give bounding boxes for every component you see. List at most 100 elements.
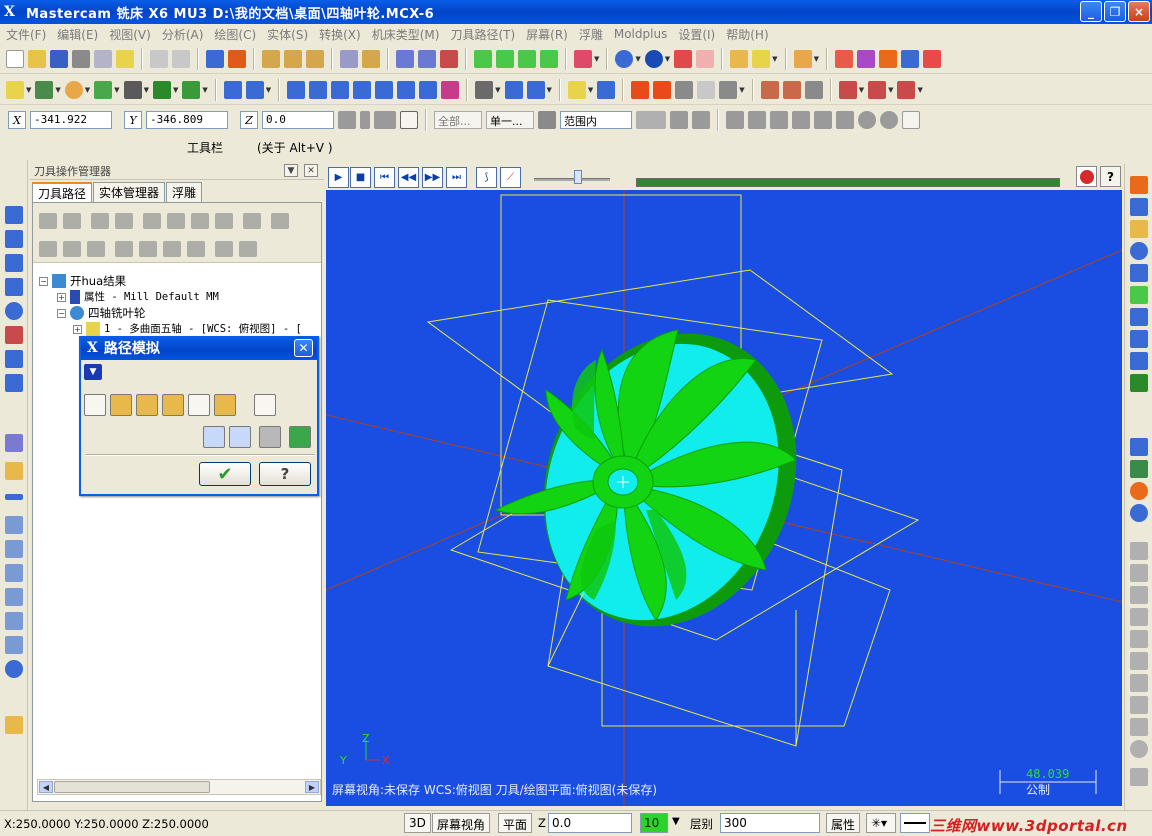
display-shaded-tool-icon[interactable] bbox=[214, 394, 236, 416]
dropdown-arrow-icon[interactable]: ▼ bbox=[635, 55, 640, 63]
lock-icon[interactable] bbox=[39, 241, 57, 257]
check-icon[interactable] bbox=[834, 49, 853, 68]
wizard-icon[interactable] bbox=[116, 49, 134, 68]
solid-extrude-icon[interactable] bbox=[760, 80, 779, 99]
backplot-ops-icon[interactable] bbox=[143, 213, 161, 229]
attributes-button[interactable]: 属性 bbox=[826, 813, 861, 833]
scroll-icon[interactable] bbox=[187, 241, 205, 257]
menu-edit[interactable]: 编辑(E) bbox=[57, 26, 98, 43]
view-cube-icon[interactable] bbox=[574, 49, 592, 68]
print-preview-icon[interactable] bbox=[94, 49, 112, 68]
screenshot-camera-icon[interactable] bbox=[259, 426, 281, 448]
tree-row-toolpath-group[interactable]: − 四轴铣叶轮 bbox=[39, 305, 302, 321]
menu-xform[interactable]: 转换(X) bbox=[319, 26, 361, 43]
edit-toolpath-icon[interactable] bbox=[5, 434, 23, 452]
pencil-icon[interactable] bbox=[730, 49, 749, 68]
xform-mirror-icon[interactable] bbox=[331, 80, 350, 99]
step-forward-icon[interactable]: ▶▶ bbox=[422, 167, 443, 188]
dropdown-arrow-icon[interactable]: ▼ bbox=[144, 86, 149, 94]
menu-toolpaths[interactable]: 刀具路径(T) bbox=[450, 26, 515, 43]
plane-button[interactable]: 平面 bbox=[498, 813, 532, 833]
ops-help-icon[interactable] bbox=[271, 213, 289, 229]
skip-start-icon[interactable]: ⏮ bbox=[374, 167, 395, 188]
zoom-out-icon[interactable] bbox=[362, 49, 380, 68]
dropdown-arrow-icon[interactable]: ▼ bbox=[202, 86, 207, 94]
menu-machine-type[interactable]: 机床类型(M) bbox=[372, 26, 440, 43]
mru-orange-icon[interactable] bbox=[1130, 482, 1148, 500]
simulation-help-icon[interactable]: ? bbox=[1100, 166, 1121, 187]
select-all-button[interactable]: 全部... bbox=[434, 111, 482, 129]
grid-icon[interactable] bbox=[856, 49, 875, 68]
x-coord-field[interactable]: -341.922 bbox=[30, 111, 112, 129]
toolpath-icon[interactable] bbox=[5, 206, 23, 224]
circle-icon[interactable] bbox=[64, 80, 83, 99]
dropdown-arrow-icon[interactable]: ▼ bbox=[55, 86, 60, 94]
dropdown-arrow-icon[interactable]: ▼ bbox=[85, 86, 90, 94]
regen-dirty-icon[interactable] bbox=[115, 213, 133, 229]
scroll-left-icon[interactable]: ◀ bbox=[39, 781, 53, 793]
light-icon[interactable] bbox=[567, 80, 586, 99]
speed-slider-thumb[interactable] bbox=[574, 170, 582, 184]
surface-flow-icon[interactable] bbox=[697, 80, 716, 99]
display-color-icon[interactable] bbox=[84, 394, 106, 416]
xform-array-icon[interactable] bbox=[397, 80, 416, 99]
maximize-button[interactable]: ❐ bbox=[1104, 1, 1126, 22]
dropdown-arrow-icon[interactable]: ▼ bbox=[888, 86, 893, 94]
mru-gray-11-icon[interactable] bbox=[1130, 768, 1148, 786]
range-select[interactable]: 范围内 bbox=[560, 111, 632, 129]
solid-boolean-icon[interactable] bbox=[897, 80, 916, 99]
fillet-icon[interactable] bbox=[94, 80, 113, 99]
mru-gray-3-icon[interactable] bbox=[1130, 586, 1148, 604]
minimize-button[interactable]: _ bbox=[1080, 1, 1102, 22]
cube-front-icon[interactable] bbox=[496, 49, 514, 68]
mru-trim-icon[interactable] bbox=[1130, 352, 1148, 370]
menu-screen[interactable]: 屏幕(R) bbox=[526, 26, 568, 43]
mru-gray-9-icon[interactable] bbox=[1130, 718, 1148, 736]
mru-disk-icon[interactable] bbox=[1130, 264, 1148, 282]
face-mill-icon[interactable] bbox=[5, 302, 23, 320]
steps-icon[interactable] bbox=[5, 564, 23, 582]
level-field[interactable]: 300 bbox=[720, 813, 820, 833]
cube-top-icon[interactable] bbox=[540, 49, 558, 68]
hide-display-icon[interactable] bbox=[239, 241, 257, 257]
play-icon[interactable]: ▶ bbox=[328, 167, 349, 188]
rectangle-icon[interactable] bbox=[123, 80, 142, 99]
mru-grid-icon[interactable] bbox=[1130, 176, 1148, 194]
undo-icon[interactable] bbox=[150, 49, 168, 68]
toggle-display-icon[interactable] bbox=[63, 241, 81, 257]
loop-select-icon[interactable] bbox=[792, 111, 810, 129]
exclamation-icon[interactable] bbox=[360, 111, 370, 129]
tree-row-root[interactable]: − 开hua结果 bbox=[39, 273, 302, 289]
measure-icon[interactable] bbox=[752, 49, 771, 68]
analyze-icon[interactable] bbox=[793, 49, 812, 68]
dropdown-arrow-icon[interactable]: ▼ bbox=[547, 86, 552, 94]
xform-scale-icon[interactable] bbox=[353, 80, 372, 99]
simulation-progress-bar[interactable] bbox=[636, 178, 1060, 187]
graphics-viewport[interactable]: Z Y X 48.039 公制 屏幕视角:未保存 WCS:俯视图 刀具/绘图平面… bbox=[326, 190, 1122, 806]
z-depth-field[interactable]: 0.0 bbox=[548, 813, 632, 833]
dropdown-arrow-icon[interactable]: ▼ bbox=[266, 86, 271, 94]
align-icon[interactable] bbox=[526, 80, 545, 99]
mru-gray-5-icon[interactable] bbox=[1130, 630, 1148, 648]
scroll-right-icon[interactable]: ▶ bbox=[305, 781, 319, 793]
repaint-icon[interactable] bbox=[228, 49, 246, 68]
help-button[interactable]: ? bbox=[259, 462, 311, 486]
zoom-target-icon[interactable] bbox=[340, 49, 358, 68]
hatch-icon[interactable] bbox=[5, 516, 23, 534]
dropdown-arrow-icon[interactable]: ▼ bbox=[665, 55, 670, 63]
3d-toggle-button[interactable]: 3D bbox=[404, 813, 431, 833]
tab-solids-manager[interactable]: 实体管理器 bbox=[93, 182, 166, 202]
color-swatch[interactable]: 10 bbox=[640, 813, 668, 833]
dropdown-arrow-icon[interactable]: ▼ bbox=[594, 55, 599, 63]
solid-box-icon[interactable] bbox=[804, 80, 823, 99]
move-down-icon[interactable] bbox=[115, 241, 133, 257]
verify-ops-icon[interactable] bbox=[167, 213, 185, 229]
run-mode-icon[interactable]: ⟋ bbox=[500, 167, 521, 188]
menu-solids[interactable]: 实体(S) bbox=[267, 26, 308, 43]
tree-row-operation[interactable]: + 1 - 多曲面五轴 - [WCS: 俯视图] - [ bbox=[39, 321, 302, 337]
cylinder-icon[interactable] bbox=[182, 80, 201, 99]
mru-line-icon[interactable] bbox=[1130, 374, 1148, 392]
dropdown-arrow-icon[interactable]: ▼ bbox=[26, 86, 31, 94]
spline-icon[interactable] bbox=[152, 80, 171, 99]
zigzag-icon[interactable] bbox=[5, 612, 23, 630]
